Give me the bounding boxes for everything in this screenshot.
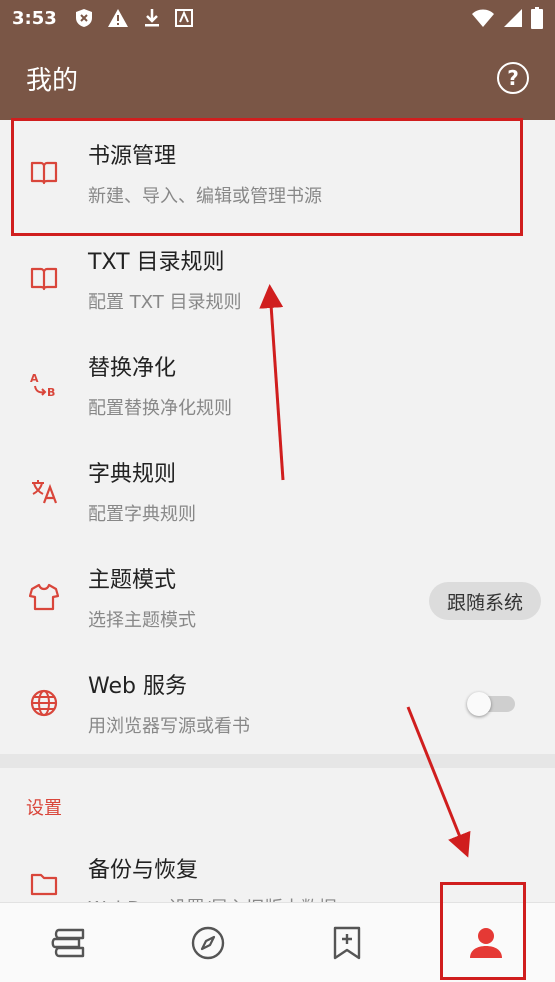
shirt-icon — [29, 583, 59, 611]
status-bar: 3:53 — [0, 0, 555, 36]
list-item-replace[interactable]: AB 替换净化 配置替换净化规则 — [0, 332, 555, 438]
list-item-web-service[interactable]: Web 服务 用浏览器写源或看书 — [0, 650, 555, 756]
wifi-icon — [472, 9, 494, 27]
cell-signal-icon — [504, 9, 522, 27]
settings-section-title: 设置 — [26, 798, 62, 819]
list-item-dict-rules[interactable]: 字典规则 配置字典规则 — [0, 438, 555, 544]
section-divider — [0, 754, 555, 768]
text-format-icon — [174, 9, 193, 27]
nav-bookshelf[interactable] — [0, 903, 139, 982]
item-title: 字典规则 — [88, 462, 177, 487]
item-subtitle: 配置字典规则 — [88, 504, 196, 525]
highlight-box-book-source — [11, 118, 523, 236]
svg-text:A: A — [30, 372, 39, 385]
toggle-knob — [467, 692, 491, 716]
svg-text:B: B — [47, 386, 55, 399]
status-time: 3:53 — [12, 7, 57, 29]
nav-bookmarks[interactable] — [278, 903, 417, 982]
compass-icon — [191, 926, 225, 959]
battery-icon — [531, 7, 543, 29]
shield-x-icon — [75, 9, 92, 27]
list-item-txt-rules[interactable]: TXT 目录规则 配置 TXT 目录规则 — [0, 226, 555, 332]
book-open-icon — [30, 267, 58, 291]
item-title: 备份与恢复 — [88, 858, 199, 883]
web-service-toggle[interactable] — [467, 692, 515, 716]
highlight-box-profile-tab — [440, 882, 526, 980]
page-title: 我的 — [26, 65, 79, 96]
folder-icon — [30, 873, 58, 896]
help-icon[interactable]: ? — [497, 62, 529, 94]
app-bar: 我的 ? — [0, 36, 555, 120]
warning-icon — [107, 9, 128, 27]
translate-icon — [32, 480, 58, 504]
list-item-theme[interactable]: 主题模式 选择主题模式 跟随系统 — [0, 544, 555, 650]
item-title: TXT 目录规则 — [88, 250, 225, 275]
bookshelf-icon — [51, 928, 85, 957]
item-title: 替换净化 — [88, 356, 177, 381]
item-subtitle: 配置替换净化规则 — [88, 398, 232, 419]
replace-ab-icon: AB — [30, 372, 55, 399]
globe-icon — [30, 689, 58, 717]
nav-discover[interactable] — [139, 903, 278, 982]
item-subtitle: 用浏览器写源或看书 — [88, 716, 250, 737]
bookmark-add-icon — [333, 926, 361, 959]
item-subtitle: 配置 TXT 目录规则 — [88, 292, 242, 313]
theme-mode-select[interactable]: 跟随系统 — [428, 582, 541, 620]
download-icon — [144, 9, 159, 27]
